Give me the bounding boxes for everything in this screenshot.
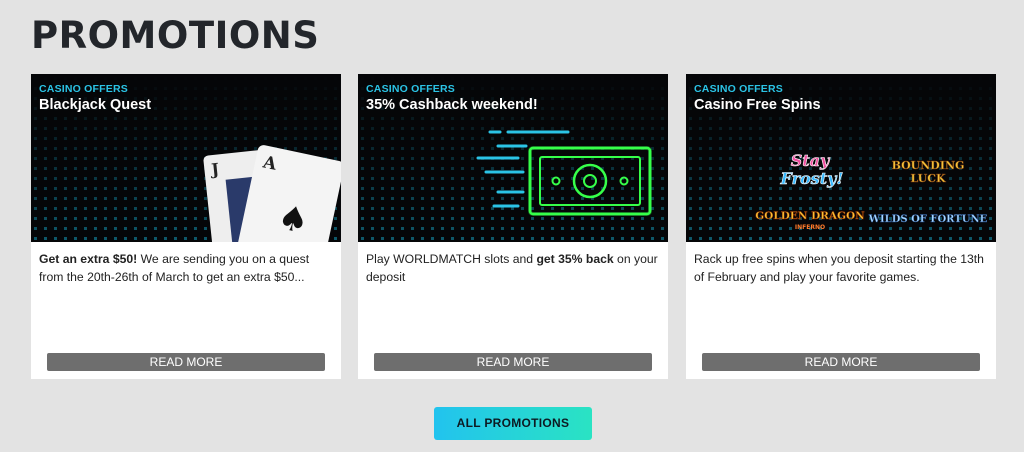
svg-text:INFERNO: INFERNO — [795, 224, 825, 231]
promo-card-cashback[interactable]: CASINO OFFERS 35% Cashback weekend! Play… — [358, 74, 668, 379]
svg-text:WILDS OF FORTUNE: WILDS OF FORTUNE — [868, 214, 988, 225]
promo-highlight: get 35% back — [536, 252, 614, 266]
svg-text:BOUNDING: BOUNDING — [892, 159, 965, 172]
svg-text:Frosty!: Frosty! — [780, 169, 844, 188]
svg-text:Stay: Stay — [791, 151, 831, 170]
stay-frosty-logo: Stay Frosty! — [779, 151, 844, 189]
read-more-button[interactable]: READ MORE — [374, 353, 652, 371]
promo-banner-image: CASINO OFFERS 35% Cashback weekend! — [358, 74, 668, 242]
promo-description: Rack up free spins when you deposit star… — [694, 252, 984, 284]
promo-title: Blackjack Quest — [39, 97, 152, 113]
page-title: PROMOTIONS — [31, 14, 320, 57]
bounding-luck-logo: BOUNDING LUCK — [891, 159, 965, 186]
promo-category: CASINO OFFERS — [39, 83, 128, 95]
promo-category: CASINO OFFERS — [366, 83, 455, 95]
svg-text:LUCK: LUCK — [910, 172, 945, 185]
golden-dragon-logo: GOLDEN DRAGON INFERNO — [755, 210, 865, 231]
promo-description: Play WORLDMATCH slots and get 35% back o… — [366, 250, 662, 286]
promo-banner-image: J A ♠ CASINO OFFERS Blackjack Quest — [31, 74, 341, 242]
promo-description-text: Play WORLDMATCH slots and — [366, 252, 537, 266]
wilds-of-fortune-logo: WILDS OF FORTUNE — [868, 214, 988, 225]
read-more-button[interactable]: READ MORE — [47, 353, 325, 371]
promo-title: Casino Free Spins — [694, 97, 821, 113]
promo-highlight: Get an extra $50! — [39, 252, 138, 266]
promo-description: Get an extra $50! We are sending you on … — [39, 250, 335, 286]
promo-banner-image: Stay Frosty! BOUNDING LUCK GOLDEN DRAGON… — [686, 74, 996, 242]
promo-category: CASINO OFFERS — [694, 83, 783, 95]
read-more-button[interactable]: READ MORE — [702, 353, 980, 371]
svg-text:GOLDEN DRAGON: GOLDEN DRAGON — [755, 210, 865, 222]
promo-card-free-spins[interactable]: Stay Frosty! BOUNDING LUCK GOLDEN DRAGON… — [686, 74, 996, 379]
promo-title: 35% Cashback weekend! — [366, 97, 538, 113]
promo-card-blackjack[interactable]: J A ♠ CASINO OFFERS Blackjack Quest Get … — [31, 74, 341, 379]
all-promotions-button[interactable]: ALL PROMOTIONS — [434, 407, 592, 440]
